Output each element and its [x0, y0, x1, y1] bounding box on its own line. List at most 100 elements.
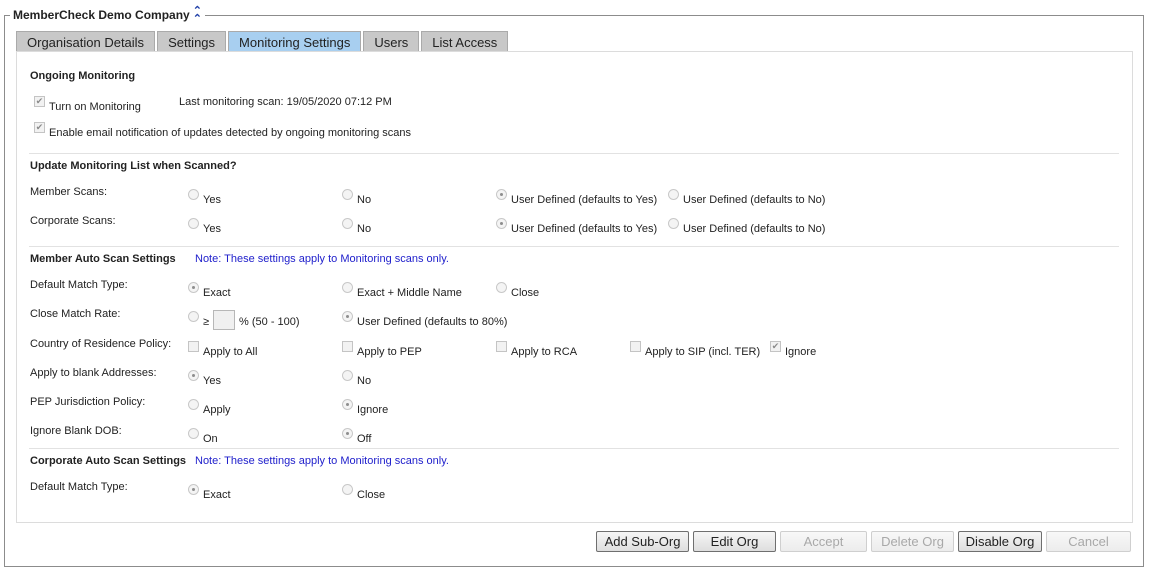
divider [29, 448, 1119, 449]
email-notification-checkbox[interactable]: ✔ [34, 122, 45, 133]
accept-button[interactable]: Accept [780, 531, 867, 552]
turn-on-monitoring-checkbox[interactable]: ✔ [34, 96, 45, 107]
delete-org-button[interactable]: Delete Org [871, 531, 954, 552]
option-label: Yes [203, 223, 221, 235]
option-label: Apply to All [203, 346, 258, 358]
add-sub-org-button[interactable]: Add Sub-Org [596, 531, 689, 552]
residence-ignore-option[interactable]: ✔ Ignore [770, 341, 816, 358]
match-type-close-radio[interactable] [496, 282, 507, 293]
corporate-scans-yes-radio[interactable] [188, 218, 199, 229]
close-rate-range-label: % (50 - 100) [239, 316, 300, 328]
blank-dob-on-radio[interactable] [188, 428, 199, 439]
close-rate-user-defined-option[interactable]: User Defined (defaults to 80%) [342, 311, 507, 328]
turn-on-monitoring-option[interactable]: ✔ Turn on Monitoring [34, 96, 141, 113]
residence-apply-sip-checkbox[interactable] [630, 341, 641, 352]
blank-addresses-no-option[interactable]: No [342, 370, 371, 387]
pep-jurisdiction-apply-radio[interactable] [188, 399, 199, 410]
close-rate-input[interactable] [213, 310, 236, 330]
match-type-close-option[interactable]: Close [496, 282, 540, 299]
corporate-scans-user-no-radio[interactable] [668, 218, 679, 229]
close-rate-custom-radio[interactable] [188, 311, 199, 322]
option-label: Close [511, 287, 540, 299]
member-scans-no-option[interactable]: No [342, 189, 371, 206]
pep-jurisdiction-policy-label: PEP Jurisdiction Policy: [30, 396, 146, 408]
corporate-match-close-option[interactable]: Close [342, 484, 385, 501]
residence-apply-rca-option[interactable]: Apply to RCA [496, 341, 577, 358]
blank-addresses-no-radio[interactable] [342, 370, 353, 381]
corporate-default-match-type-label: Default Match Type: [30, 481, 128, 493]
corporate-match-exact-radio[interactable] [188, 484, 199, 495]
member-scans-no-radio[interactable] [342, 189, 353, 200]
edit-org-button[interactable]: Edit Org [693, 531, 776, 552]
close-match-rate-label: Close Match Rate: [30, 308, 121, 320]
tab-monitoring-settings[interactable]: Monitoring Settings [228, 31, 362, 52]
close-rate-user-defined-radio[interactable] [342, 311, 353, 322]
corporate-scans-user-yes-option[interactable]: User Defined (defaults to Yes) [496, 218, 658, 235]
member-scans-user-yes-option[interactable]: User Defined (defaults to Yes) [496, 189, 658, 206]
tab-bar: Organisation Details Settings Monitoring… [16, 31, 510, 52]
residence-apply-sip-option[interactable]: Apply to SIP (incl. TER) [630, 341, 761, 358]
country-residence-policy-label: Country of Residence Policy: [30, 338, 172, 350]
member-scans-yes-radio[interactable] [188, 189, 199, 200]
match-type-exact-middle-option[interactable]: Exact + Middle Name [342, 282, 462, 299]
corporate-match-close-radio[interactable] [342, 484, 353, 495]
pep-jurisdiction-ignore-option[interactable]: Ignore [342, 399, 389, 416]
close-rate-custom-option[interactable]: ≥ % (50 - 100) [188, 310, 300, 330]
ongoing-monitoring-title: Ongoing Monitoring [30, 70, 136, 82]
match-type-exact-option[interactable]: Exact [188, 282, 231, 299]
option-label: No [357, 223, 372, 235]
option-label: Exact [203, 287, 231, 299]
option-label: Off [357, 433, 372, 445]
residence-apply-rca-checkbox[interactable] [496, 341, 507, 352]
corporate-match-exact-option[interactable]: Exact [188, 484, 231, 501]
option-label: User Defined (defaults to No) [683, 194, 826, 206]
option-label: User Defined (defaults to Yes) [511, 194, 658, 206]
email-notification-label: Enable email notification of updates det… [49, 127, 412, 139]
corporate-scans-yes-option[interactable]: Yes [188, 218, 221, 235]
double-chevron-up-icon[interactable]: ⌃ ⌃ [193, 6, 202, 25]
residence-apply-all-option[interactable]: Apply to All [188, 341, 258, 358]
corporate-scans-user-no-option[interactable]: User Defined (defaults to No) [668, 218, 825, 235]
greater-equal-symbol: ≥ [203, 316, 210, 328]
email-notification-option[interactable]: ✔ Enable email notification of updates d… [34, 122, 412, 139]
member-scans-user-no-radio[interactable] [668, 189, 679, 200]
option-label: Apply to SIP (incl. TER) [645, 346, 761, 358]
org-legend: MemberCheck Demo Company ⌃ ⌃ [10, 6, 205, 25]
match-type-exact-middle-radio[interactable] [342, 282, 353, 293]
option-label: Apply [203, 404, 231, 416]
option-label: Ignore [357, 404, 389, 416]
option-label: Yes [203, 194, 221, 206]
apply-blank-addresses-label: Apply to blank Addresses: [30, 367, 157, 379]
member-scans-user-yes-radio[interactable] [496, 189, 507, 200]
blank-addresses-yes-option[interactable]: Yes [188, 370, 221, 387]
residence-apply-pep-checkbox[interactable] [342, 341, 353, 352]
corporate-scans-no-option[interactable]: No [342, 218, 372, 235]
cancel-button[interactable]: Cancel [1046, 531, 1131, 552]
tab-settings[interactable]: Settings [157, 31, 227, 52]
corporate-scans-no-radio[interactable] [342, 218, 353, 229]
match-type-exact-radio[interactable] [188, 282, 199, 293]
blank-dob-on-option[interactable]: On [188, 428, 218, 445]
pep-jurisdiction-apply-option[interactable]: Apply [188, 399, 231, 416]
blank-dob-off-option[interactable]: Off [342, 428, 372, 445]
default-match-type-label: Default Match Type: [30, 279, 128, 291]
pep-jurisdiction-ignore-radio[interactable] [342, 399, 353, 410]
divider [29, 246, 1119, 247]
blank-addresses-yes-radio[interactable] [188, 370, 199, 381]
tab-organisation-details[interactable]: Organisation Details [16, 31, 156, 52]
member-scans-user-no-option[interactable]: User Defined (defaults to No) [668, 189, 826, 206]
corporate-scans-user-yes-radio[interactable] [496, 218, 507, 229]
tab-list-access[interactable]: List Access [421, 31, 509, 52]
blank-dob-off-radio[interactable] [342, 428, 353, 439]
tab-users[interactable]: Users [363, 31, 420, 52]
last-monitoring-scan: Last monitoring scan: 19/05/2020 07:12 P… [179, 96, 392, 108]
residence-ignore-checkbox[interactable]: ✔ [770, 341, 781, 352]
residence-apply-pep-option[interactable]: Apply to PEP [342, 341, 422, 358]
residence-apply-all-checkbox[interactable] [188, 341, 199, 352]
action-button-bar: Add Sub-Org Edit Org Accept Delete Org D… [596, 531, 1135, 552]
turn-on-monitoring-label: Turn on Monitoring [49, 101, 141, 113]
option-label: User Defined (defaults to Yes) [511, 223, 658, 235]
disable-org-button[interactable]: Disable Org [958, 531, 1042, 552]
member-scans-yes-option[interactable]: Yes [188, 189, 221, 206]
corporate-auto-scan-title: Corporate Auto Scan Settings [30, 455, 187, 467]
